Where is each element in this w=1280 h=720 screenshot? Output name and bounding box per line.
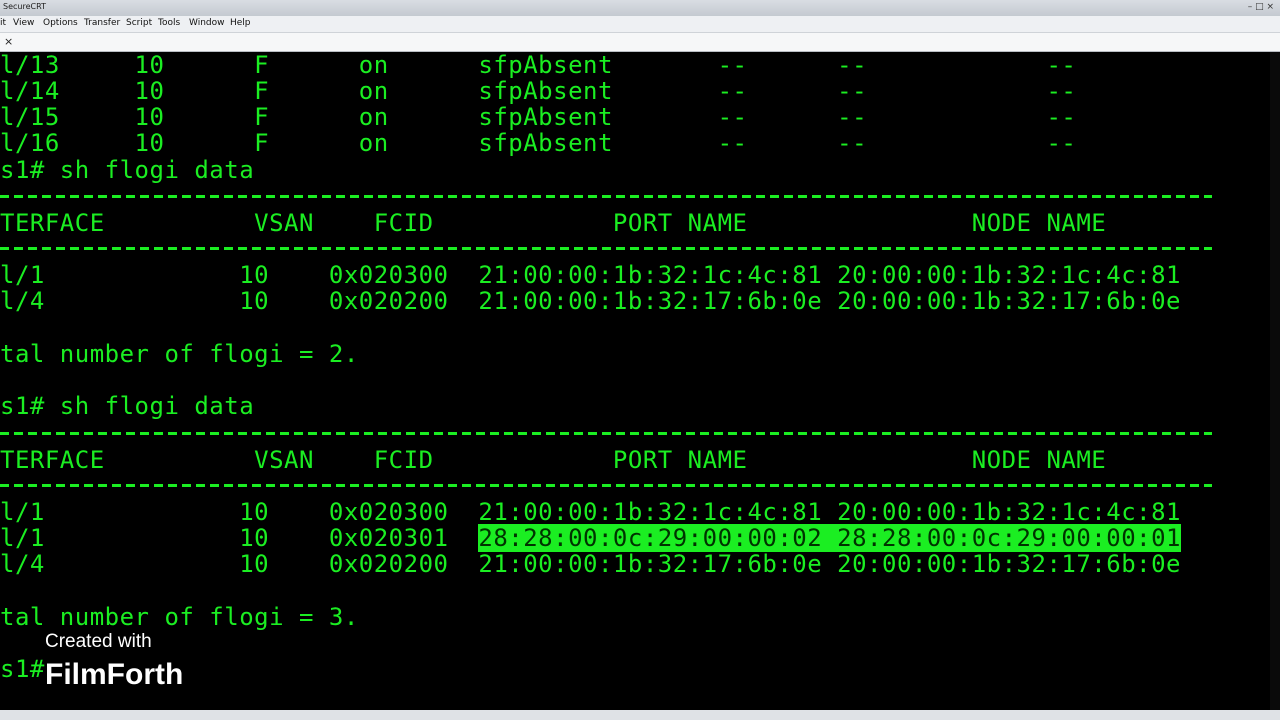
interface-row: l/14 10 F on sfpAbsent -- -- -- — [0, 77, 1077, 105]
menu-tools[interactable]: Tools — [158, 18, 180, 28]
window-title: SecureCRT — [3, 2, 46, 11]
command-line: s1# sh flogi data — [0, 392, 255, 420]
table-header: TERFACE VSAN FCID PORT NAME NODE NAME — [0, 446, 1107, 474]
menu-edit[interactable]: it — [0, 18, 6, 28]
menu-view[interactable]: View — [13, 18, 34, 28]
terminal-scrollbar[interactable] — [1270, 52, 1280, 710]
command-line: s1# sh flogi data — [0, 156, 255, 184]
interface-row: l/16 10 F on sfpAbsent -- -- -- — [0, 129, 1077, 157]
watermark-brand: FilmForth — [45, 658, 184, 691]
separator-line — [0, 195, 1212, 198]
interface-row: l/15 10 F on sfpAbsent -- -- -- — [0, 103, 1077, 131]
menu-options[interactable]: Options — [43, 18, 78, 28]
window-titlebar: SecureCRT – □ × — [0, 0, 1280, 16]
total-line: tal number of flogi = 2. — [0, 340, 359, 368]
flogi-row-prefix: l/1 10 0x020301 — [0, 524, 479, 552]
menu-bar: it View Options Transfer Script Tools Wi… — [0, 16, 1280, 33]
interface-row: l/13 10 F on sfpAbsent -- -- -- — [0, 52, 1077, 79]
flogi-row: l/4 10 0x020200 21:00:00:1b:32:17:6b:0e … — [0, 287, 1181, 315]
separator-line — [0, 484, 1212, 487]
window-controls[interactable]: – □ × — [1248, 2, 1274, 12]
close-tab-icon[interactable]: × — [4, 35, 13, 48]
session-tab-bar: × — [0, 33, 1280, 52]
flogi-row: l/1 10 0x020300 21:00:00:1b:32:1c:4c:81 … — [0, 261, 1181, 289]
menu-script[interactable]: Script — [126, 18, 152, 28]
separator-line — [0, 432, 1212, 435]
menu-window[interactable]: Window — [189, 18, 225, 28]
separator-line — [0, 247, 1212, 250]
menu-transfer[interactable]: Transfer — [84, 18, 120, 28]
watermark-caption: Created with — [45, 631, 152, 652]
flogi-row: l/4 10 0x020200 21:00:00:1b:32:17:6b:0e … — [0, 550, 1181, 578]
menu-help[interactable]: Help — [230, 18, 251, 28]
watermark: Created with FilmForth — [45, 631, 183, 693]
table-header: TERFACE VSAN FCID PORT NAME NODE NAME — [0, 209, 1107, 237]
flogi-row: l/1 10 0x020300 21:00:00:1b:32:1c:4c:81 … — [0, 498, 1181, 526]
terminal-output[interactable]: l/13 10 F on sfpAbsent -- -- -- l/14 10 … — [0, 52, 1280, 710]
status-bar — [0, 710, 1280, 720]
selected-text[interactable]: 28:28:00:0c:29:00:00:02 28:28:00:0c:29:0… — [478, 524, 1181, 552]
prompt-line: s1# — [0, 655, 45, 683]
flogi-row-selected: l/1 10 0x020301 28:28:00:0c:29:00:00:02 … — [0, 524, 1181, 552]
total-line: tal number of flogi = 3. — [0, 603, 359, 631]
